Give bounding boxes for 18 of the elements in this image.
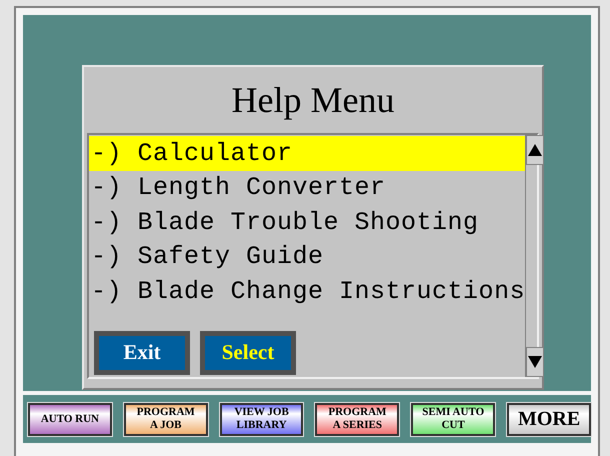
- scroll-up-button[interactable]: [526, 135, 544, 165]
- menu-item[interactable]: -) Blade Change Instructions: [89, 274, 526, 308]
- nav-button[interactable]: AUTO RUN: [28, 402, 112, 436]
- menu-item[interactable]: -) Safety Guide: [89, 240, 526, 274]
- menu-item[interactable]: -) Blade Trouble Shooting: [89, 205, 526, 240]
- nav-button[interactable]: MORE: [507, 402, 591, 436]
- down-triangle-icon: [527, 355, 544, 369]
- nav-button[interactable]: SEMI AUTO CUT: [411, 402, 496, 436]
- menu-item[interactable]: -) Length Converter: [89, 170, 526, 205]
- dialog-title: Help Menu: [230, 79, 396, 122]
- nav-button[interactable]: PROGRAM A JOB: [124, 402, 208, 436]
- menu-item[interactable]: -) Calculator: [89, 136, 526, 170]
- nav-button[interactable]: PROGRAM A SERIES: [315, 402, 400, 436]
- nav-button[interactable]: VIEW JOB LIBRARY: [220, 402, 304, 436]
- scroll-down-button[interactable]: [526, 347, 544, 377]
- exit-button[interactable]: Exit: [94, 331, 190, 375]
- select-button[interactable]: Select: [200, 331, 296, 375]
- up-triangle-icon: [527, 143, 544, 157]
